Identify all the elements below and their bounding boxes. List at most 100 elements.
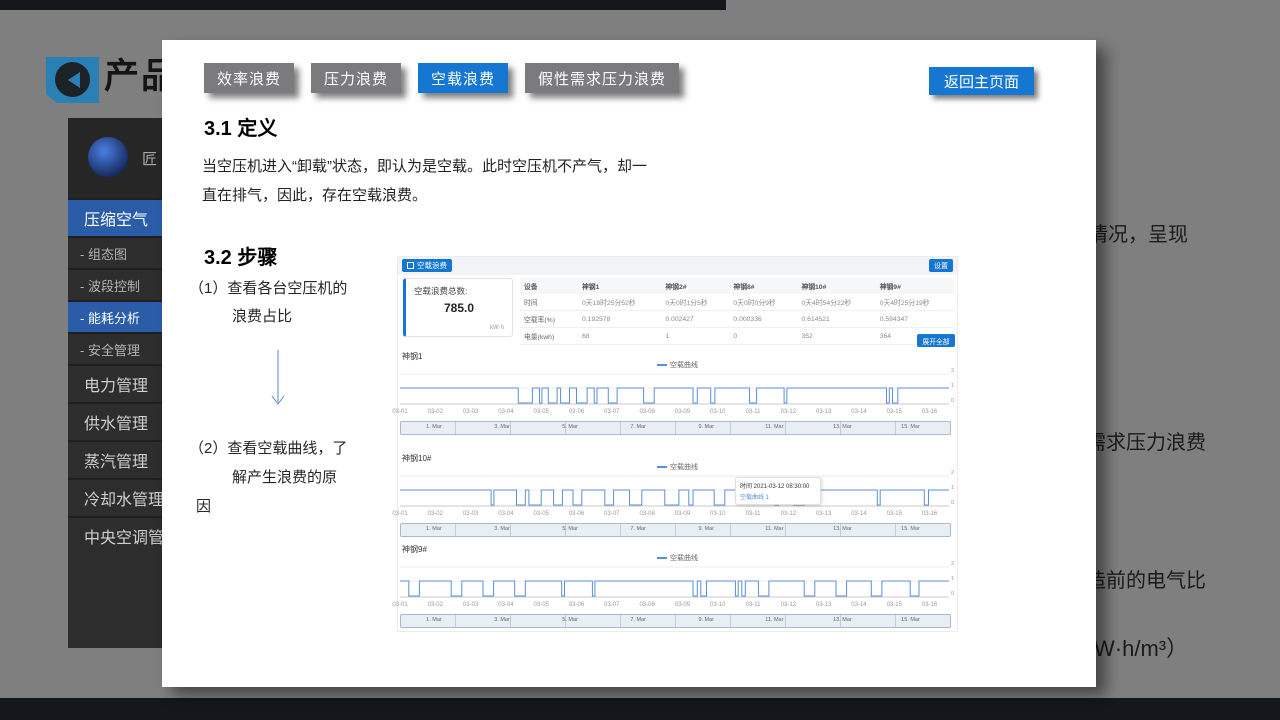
- x-axis-tick: 03-06: [569, 602, 584, 608]
- brush-date-label: 5. Mar: [562, 617, 578, 623]
- dashboard-screenshot: 空载浪费 设置 空载浪费总数: 785.0 kW·h 设备神钢1神钢2#神钢8#…: [397, 256, 958, 632]
- device-table: 设备神钢1神钢2#神钢8#神钢10#神钢9# 时间0天18时25分52秒0天0时…: [520, 278, 954, 345]
- x-axis-tick: 03-04: [498, 511, 513, 517]
- brush-date-label: 1. Mar: [426, 617, 442, 623]
- legend-line-icon: [657, 364, 667, 366]
- datazoom-brush[interactable]: 1. Mar3. Mar5. Mar7. Mar9. Mar11. Mar13.…: [400, 523, 951, 537]
- x-axis-tick: 03-07: [604, 409, 619, 415]
- brush-date-label: 7. Mar: [630, 617, 646, 623]
- brush-date-label: 15. Mar: [901, 617, 920, 623]
- x-axis-tick: 03-11: [746, 511, 761, 517]
- chart-legend[interactable]: 空载曲线: [400, 462, 955, 472]
- table-header-cell: 神钢10#: [797, 278, 875, 294]
- brush-date-label: 11. Mar: [765, 526, 783, 532]
- x-axis-tick: 03-03: [463, 602, 478, 608]
- panel-icon: [407, 262, 414, 269]
- top-dark-bar: [0, 0, 726, 10]
- definition-line-2: 直在排气，因此，存在空载浪费。: [202, 181, 722, 210]
- app-logo-label: 匠: [142, 148, 157, 169]
- background-fragment-3: W·h/m³）: [1094, 631, 1188, 663]
- y-axis-tick: 2: [951, 368, 954, 374]
- x-axis-tick: 03-02: [428, 511, 443, 517]
- x-axis-tick: 03-07: [604, 511, 619, 517]
- x-axis-tick: 03-15: [887, 511, 902, 517]
- steps-heading: 3.2 步骤: [204, 241, 277, 270]
- table-cell: 352: [797, 328, 875, 345]
- table-header-cell: 神钢1: [578, 278, 661, 294]
- y-axis-tick: 2: [951, 470, 954, 476]
- brush-date-label: 7. Mar: [630, 424, 646, 430]
- x-axis-tick: 03-05: [534, 511, 549, 517]
- brush-date-label: 15. Mar: [901, 424, 920, 430]
- x-axis-tick: 03-13: [816, 602, 831, 608]
- tab-1[interactable]: 压力浪费: [311, 63, 401, 93]
- y-axis-tick: 0: [951, 398, 954, 404]
- expand-all-button[interactable]: 展开全部: [917, 334, 955, 347]
- y-axis-tick: 2: [951, 561, 954, 567]
- chart-block-1: 神钢10#空载曲线21003-0103-0203-0303-0403-0503-…: [400, 453, 955, 549]
- table-row: 时间0天18时25分52秒0天0时1分5秒0天0时0分9秒0天4时54分22秒0…: [520, 294, 954, 311]
- x-axis-tick: 03-09: [675, 511, 690, 517]
- table-cell: 时间: [520, 294, 578, 311]
- table-row: 空载率(%)0.1925780.0024270.0003360.6145210.…: [520, 311, 954, 328]
- slide-modal: 效率浪费压力浪费空载浪费假性需求压力浪费 返回主页面 3.1 定义 当空压机进入…: [162, 40, 1096, 687]
- tab-2[interactable]: 空载浪费: [418, 63, 508, 93]
- brush-date-label: 1. Mar: [426, 424, 442, 430]
- back-icon: [55, 62, 90, 97]
- x-axis-tick: 03-10: [710, 602, 725, 608]
- brush-date-label: 9. Mar: [698, 617, 714, 623]
- tab-3[interactable]: 假性需求压力浪费: [525, 63, 679, 93]
- step1-line1: （1）查看各台空压机的: [189, 277, 347, 298]
- y-axis-tick: 1: [951, 383, 954, 389]
- brush-date-label: 11. Mar: [765, 617, 783, 623]
- x-axis-tick: 03-11: [746, 602, 761, 608]
- datazoom-brush[interactable]: 1. Mar3. Mar5. Mar7. Mar9. Mar11. Mar13.…: [400, 421, 951, 435]
- x-axis-tick: 03-02: [428, 409, 443, 415]
- x-axis-tick: 03-04: [498, 602, 513, 608]
- x-axis-tick: 03-12: [781, 409, 796, 415]
- x-axis-tick: 03-05: [534, 602, 549, 608]
- x-axis-tick: 03-04: [498, 409, 513, 415]
- settings-button[interactable]: 设置: [929, 259, 953, 272]
- chart-legend[interactable]: 空载曲线: [400, 553, 955, 563]
- x-axis-tick: 03-07: [604, 602, 619, 608]
- legend-line-icon: [657, 466, 667, 468]
- brush-date-label: 13. Mar: [833, 617, 852, 623]
- dashboard-header: 空载浪费 设置: [398, 257, 957, 275]
- brush-date-label: 5. Mar: [562, 424, 578, 430]
- definition-line-1: 当空压机进入“卸载”状态，即认为是空载。此时空压机不产气，却一: [202, 152, 722, 181]
- chart-tooltip: 时间 2021-03-12 08:30:00空载曲线 1: [735, 477, 821, 505]
- x-axis-tick: 03-14: [851, 409, 866, 415]
- table-cell: 0: [729, 328, 797, 345]
- y-axis-tick: 1: [951, 485, 954, 491]
- tab-0[interactable]: 效率浪费: [204, 63, 294, 93]
- idle-curve-plot[interactable]: [400, 371, 949, 407]
- x-axis-tick: 03-14: [851, 602, 866, 608]
- table-cell: 0天4时25分19秒: [876, 294, 954, 311]
- brush-date-label: 15. Mar: [901, 526, 920, 532]
- x-axis-tick: 03-01: [392, 409, 407, 415]
- table-cell: 68: [578, 328, 661, 345]
- table-cell: 0.594347: [876, 311, 954, 328]
- table-cell: 0天4时54分22秒: [797, 294, 875, 311]
- datazoom-brush[interactable]: 1. Mar3. Mar5. Mar7. Mar9. Mar11. Mar13.…: [400, 614, 951, 628]
- return-home-button[interactable]: 返回主页面: [929, 67, 1034, 95]
- chart-legend[interactable]: 空载曲线: [400, 360, 955, 370]
- bottom-dark-bar: [0, 698, 1280, 720]
- x-axis-tick: 03-03: [463, 409, 478, 415]
- x-axis-tick: 03-15: [887, 602, 902, 608]
- x-axis-tick: 03-10: [710, 409, 725, 415]
- idle-curve-plot[interactable]: [400, 564, 949, 600]
- table-cell: 电量(kwh): [520, 328, 578, 345]
- x-axis-tick: 03-12: [781, 602, 796, 608]
- table-header-cell: 神钢9#: [876, 278, 954, 294]
- table-header-cell: 神钢8#: [729, 278, 797, 294]
- x-axis-tick: 03-16: [922, 511, 937, 517]
- x-axis-tick: 03-13: [816, 409, 831, 415]
- back-button[interactable]: [46, 57, 99, 103]
- brush-date-label: 7. Mar: [630, 526, 646, 532]
- idle-curve-plot[interactable]: [400, 473, 949, 509]
- table-cell: 0.192578: [578, 311, 661, 328]
- table-header-cell: 设备: [520, 278, 578, 294]
- table-cell: 空载率(%): [520, 311, 578, 328]
